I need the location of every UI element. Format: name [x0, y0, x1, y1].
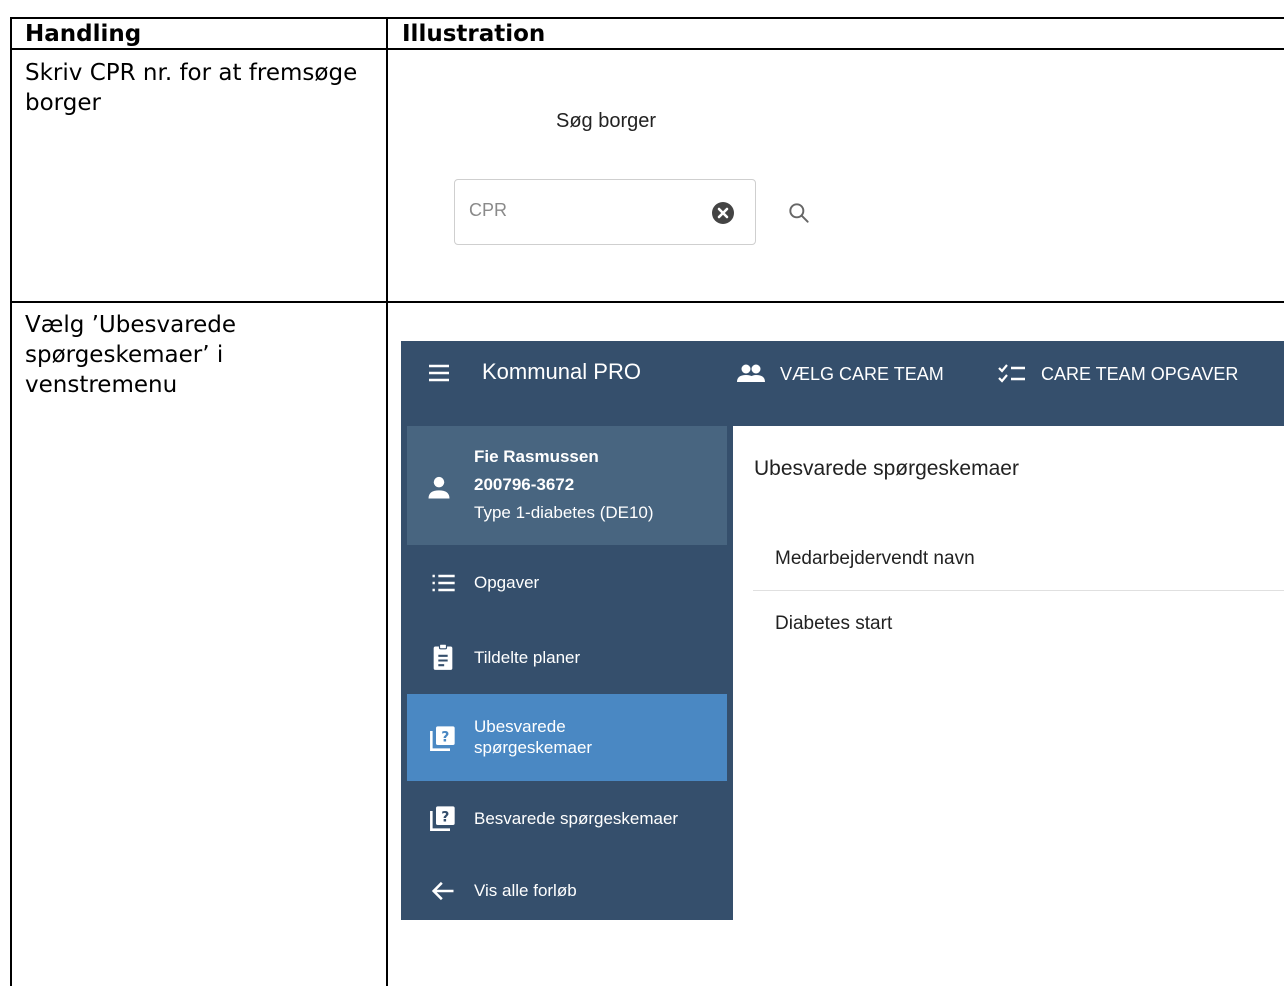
sidebar: Fie Rasmussen 200796-3672 Type 1-diabete…: [401, 426, 733, 920]
sidebar-item-vis-alle-forloeb[interactable]: Vis alle forløb: [407, 855, 727, 920]
row-2-handling: Vælg ’Ubesvarede spørgeskemaer’ i venstr…: [25, 312, 237, 398]
table-header-divider: [10, 48, 1284, 50]
sidebar-item-opgaver[interactable]: Opgaver: [407, 545, 727, 620]
checklist-icon: [998, 364, 1025, 383]
choose-care-team-button[interactable]: VÆLG CARE TEAM: [736, 357, 944, 391]
person-icon: [428, 476, 450, 499]
table-row-divider: [10, 301, 1284, 303]
hamburger-menu-icon[interactable]: [427, 361, 451, 385]
table-top-border: [10, 17, 1284, 19]
sidebar-item-ubesvarede[interactable]: ? Ubesvarede spørgeskemaer: [407, 694, 727, 781]
header-illustration: Illustration: [402, 21, 546, 47]
svg-text:?: ?: [441, 810, 449, 826]
main-content: Ubesvarede spørgeskemaer Medarbejdervend…: [733, 426, 1284, 920]
column-header: Medarbejdervendt navn: [775, 548, 975, 569]
patient-panel: Fie Rasmussen 200796-3672 Type 1-diabete…: [407, 426, 727, 545]
care-team-tasks-button[interactable]: CARE TEAM OPGAVER: [997, 357, 1238, 391]
sidebar-item-label: Vis alle forløb: [474, 881, 577, 900]
app-title: Kommunal PRO: [482, 359, 641, 384]
clear-circle-icon[interactable]: [711, 201, 735, 225]
patient-cpr: 200796-3672: [474, 475, 575, 494]
table-column-divider: [386, 17, 388, 986]
list-item[interactable]: Diabetes start: [775, 613, 1284, 635]
patient-name: Fie Rasmussen: [474, 447, 599, 466]
sidebar-item-label: Besvarede spørgeskemaer: [474, 809, 679, 828]
choose-care-team-label: VÆLG CARE TEAM: [780, 363, 944, 384]
list-icon: [432, 574, 455, 592]
cpr-input[interactable]: [469, 200, 689, 221]
sidebar-item-tildelte-planer[interactable]: Tildelte planer: [407, 620, 727, 694]
sidebar-item-label: Opgaver: [474, 573, 540, 592]
search-icon[interactable]: [786, 200, 812, 226]
row-1-handling: Skriv CPR nr. for at fremsøge borger: [25, 60, 358, 116]
table-left-border: [10, 17, 12, 986]
header-handling: Handling: [25, 21, 142, 47]
sidebar-item-label: Ubesvarede spørgeskemaer: [474, 717, 593, 757]
cpr-search-field[interactable]: [454, 179, 756, 245]
clipboard-icon: [433, 643, 453, 670]
quiz-icon: ?: [430, 726, 455, 751]
arrow-back-icon: [431, 881, 454, 901]
list-divider: [753, 590, 1284, 591]
care-team-tasks-label: CARE TEAM OPGAVER: [1041, 363, 1239, 384]
group-icon: [737, 364, 765, 382]
app-screenshot: Kommunal PRO VÆLG CARE TEAM CARE TEAM OP…: [401, 341, 1284, 920]
patient-condition: Type 1-diabetes (DE10): [474, 503, 654, 522]
content-title: Ubesvarede spørgeskemaer: [754, 457, 1019, 480]
svg-text:?: ?: [441, 730, 449, 746]
search-title: Søg borger: [556, 110, 657, 132]
sidebar-item-besvarede[interactable]: ? Besvarede spørgeskemaer: [407, 781, 727, 855]
sidebar-item-label: Tildelte planer: [474, 648, 581, 667]
app-bar: Kommunal PRO VÆLG CARE TEAM CARE TEAM OP…: [401, 341, 1284, 426]
quiz-icon: ?: [430, 806, 455, 831]
